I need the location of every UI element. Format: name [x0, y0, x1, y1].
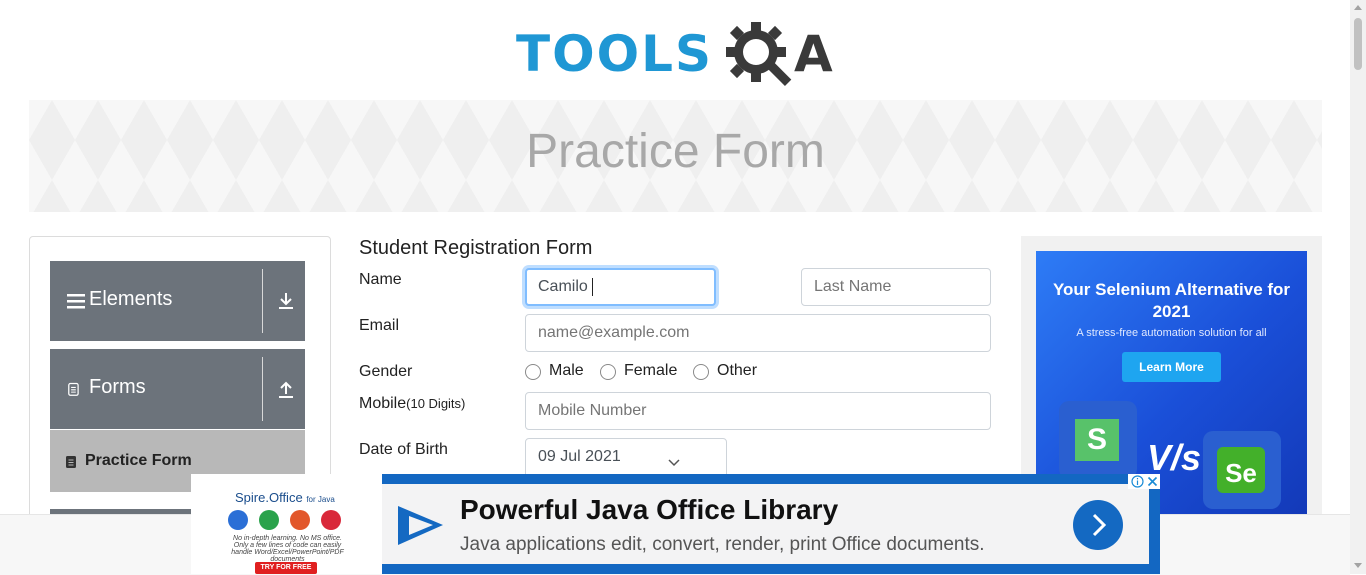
mobile-input[interactable]: Mobile Number	[525, 392, 991, 430]
selenium-logo: Se	[1203, 431, 1281, 509]
scroll-up-arrow-icon[interactable]	[1354, 5, 1362, 10]
ad-description: No in-depth learning. No MS office. Only…	[231, 535, 344, 563]
logo-text: TOOLS	[516, 25, 713, 83]
upload-arrow-icon[interactable]	[276, 379, 296, 399]
ad-arrow-button[interactable]	[1073, 500, 1123, 550]
sidebar-item-label: Practice Form	[85, 452, 192, 469]
versus-text: V/s	[1147, 437, 1202, 478]
text-caret	[591, 277, 593, 296]
learn-more-button[interactable]: Learn More	[1122, 352, 1221, 382]
selenium-logo-text: Se	[1217, 447, 1265, 493]
ad-right-subtext: A stress-free automation solution for al…	[1076, 327, 1267, 339]
logo-accent: A	[794, 25, 833, 83]
page-banner: Practice Form	[29, 100, 1322, 212]
ad-controls	[1128, 474, 1160, 489]
gender-male-label[interactable]: Male	[549, 362, 584, 380]
gender-female-radio[interactable]	[600, 364, 616, 380]
sidebar-group-elements[interactable]: Elements	[50, 261, 305, 341]
ad-title: Powerful Java Office Library	[460, 494, 839, 525]
document-icon	[66, 456, 76, 468]
ad-text: Java applications edit, convert, render,…	[460, 534, 985, 555]
mobile-placeholder: Mobile Number	[538, 402, 647, 419]
download-arrow-icon[interactable]	[276, 291, 296, 311]
dob-value: 09 Jul 2021	[538, 448, 621, 465]
dob-input[interactable]: 09 Jul 2021	[525, 438, 727, 478]
scrollbar-thumb[interactable]	[1354, 18, 1362, 70]
name-label: Name	[359, 271, 402, 288]
info-icon[interactable]	[1131, 475, 1144, 488]
close-icon[interactable]	[1146, 475, 1159, 488]
hamburger-icon	[67, 294, 85, 309]
sidebar-group-forms[interactable]: Forms	[50, 349, 305, 429]
gender-other-label[interactable]: Other	[717, 362, 757, 380]
gender-other-radio[interactable]	[693, 364, 709, 380]
last-name-placeholder: Last Name	[814, 278, 892, 295]
dob-label: Date of Birth	[359, 441, 448, 458]
document-icon	[68, 382, 79, 396]
ad-bottom[interactable]: Spire.Office for Java No in-depth learni…	[191, 474, 1160, 574]
katalon-logo-letter: S	[1075, 419, 1119, 461]
mobile-hint: (10 Digits)	[406, 396, 466, 411]
spire-logo-icon	[398, 506, 443, 545]
sidebar-group-label: Forms	[89, 376, 146, 398]
katalon-logo: S	[1059, 401, 1137, 479]
first-name-input[interactable]: Camilo	[525, 268, 716, 306]
gender-female-label[interactable]: Female	[624, 362, 677, 380]
email-input[interactable]: name@example.com	[525, 314, 991, 352]
ad-bottom-main[interactable]: Powerful Java Office Library Java applic…	[382, 484, 1149, 564]
mobile-label: Mobile(10 Digits)	[359, 395, 466, 412]
email-label: Email	[359, 317, 400, 334]
email-placeholder: name@example.com	[538, 324, 690, 341]
ad-brand: Spire.Office for Java	[235, 490, 335, 505]
form-title: Student Registration Form	[359, 237, 593, 259]
gender-label: Gender	[359, 363, 413, 380]
chevron-right-icon	[1092, 513, 1107, 537]
toolsqa-logo[interactable]: TOOLS A	[516, 14, 841, 92]
last-name-input[interactable]: Last Name	[801, 268, 991, 306]
office-product-icons	[228, 510, 341, 530]
gender-male-radio[interactable]	[525, 364, 541, 380]
scroll-down-arrow-icon[interactable]	[1354, 563, 1362, 568]
ad-bottom-product: Spire.Office for Java No in-depth learni…	[191, 474, 382, 574]
sidebar-group-label: Elements	[89, 288, 173, 310]
divider	[262, 269, 263, 333]
try-for-free-button[interactable]: TRY FOR FREE	[255, 562, 317, 574]
divider	[262, 357, 263, 421]
first-name-value: Camilo	[538, 278, 588, 295]
chevron-down-icon	[668, 459, 680, 467]
scrollbar[interactable]	[1350, 0, 1366, 574]
page-title: Practice Form	[526, 125, 825, 178]
gear-magnifier-icon	[726, 22, 792, 87]
ad-right-headline: Your Selenium Alternative for 2021	[1052, 280, 1291, 321]
